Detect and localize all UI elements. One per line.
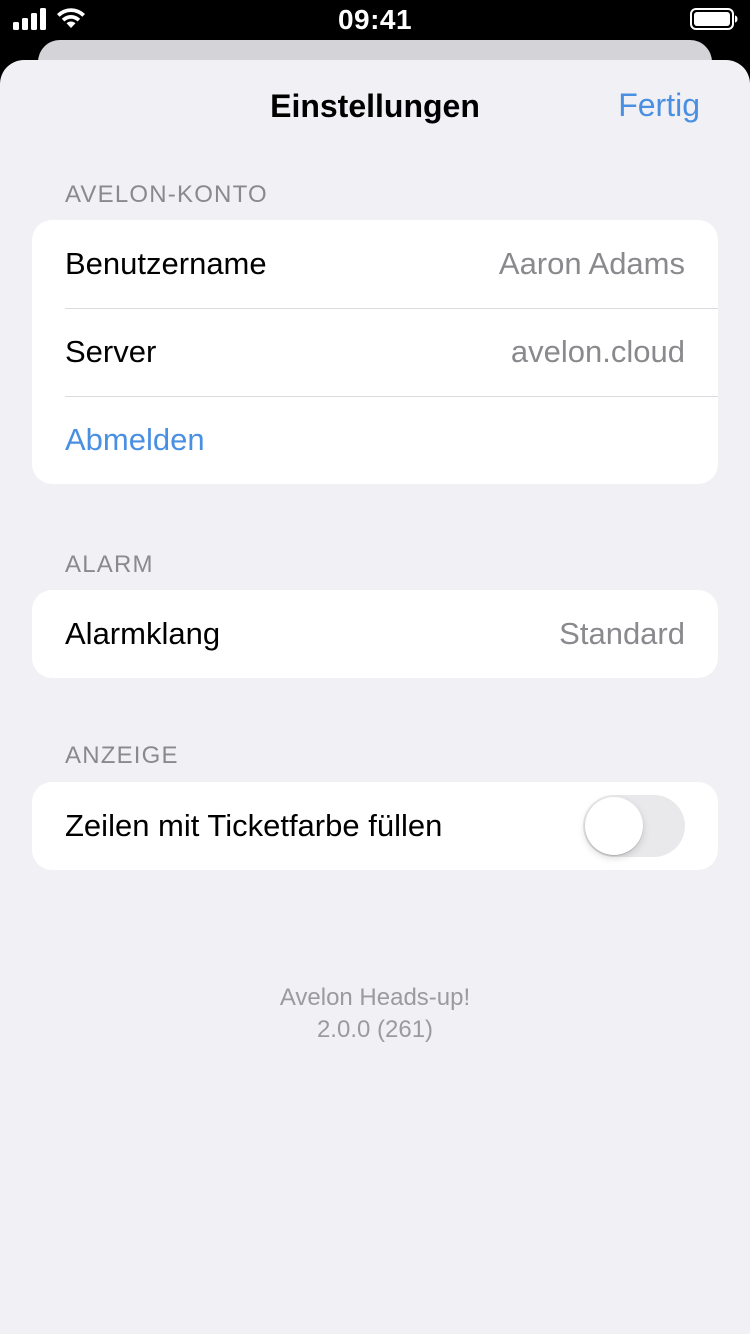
display-group: Zeilen mit Ticketfarbe füllen — [32, 782, 718, 870]
section-header-alarm: ALARM — [65, 551, 154, 578]
alarm-sound-value: Standard — [559, 616, 685, 651]
server-row: Server avelon.cloud — [32, 308, 718, 396]
alarm-sound-label: Alarmklang — [65, 616, 221, 651]
status-bar: 09:41 — [0, 0, 750, 40]
server-label: Server — [65, 334, 157, 369]
app-footer: Avelon Heads-up! 2.0.0 (261) — [0, 982, 750, 1046]
app-name: Avelon Heads-up! — [279, 984, 471, 1011]
done-button[interactable]: Fertig — [618, 87, 700, 124]
account-group: Benutzername Aaron Adams Server avelon.c… — [32, 220, 718, 484]
username-label: Benutzername — [65, 246, 267, 281]
app-version: 2.0.0 (261) — [316, 1016, 434, 1043]
status-time: 09:41 — [337, 4, 413, 35]
fill-rows-row: Zeilen mit Ticketfarbe füllen — [32, 782, 718, 870]
alarm-group: Alarmklang Standard — [32, 590, 718, 678]
screen: 09:41 Einstellungen Fertig AVELON-KONTO … — [0, 0, 750, 1334]
section-header-display: ANZEIGE — [65, 742, 179, 769]
section-header-account: AVELON-KONTO — [65, 181, 268, 208]
battery-icon — [690, 8, 738, 30]
logout-button[interactable]: Abmelden — [65, 422, 205, 458]
alarm-sound-row[interactable]: Alarmklang Standard — [32, 590, 718, 678]
username-row: Benutzername Aaron Adams — [32, 220, 718, 308]
fill-rows-toggle[interactable] — [583, 795, 685, 857]
toggle-knob — [585, 797, 643, 855]
logout-row[interactable]: Abmelden — [32, 396, 718, 484]
fill-rows-label: Zeilen mit Ticketfarbe füllen — [65, 808, 443, 843]
server-value: avelon.cloud — [510, 334, 685, 369]
settings-sheet: Einstellungen Fertig AVELON-KONTO Benutz… — [0, 60, 750, 1334]
username-value: Aaron Adams — [498, 246, 685, 281]
